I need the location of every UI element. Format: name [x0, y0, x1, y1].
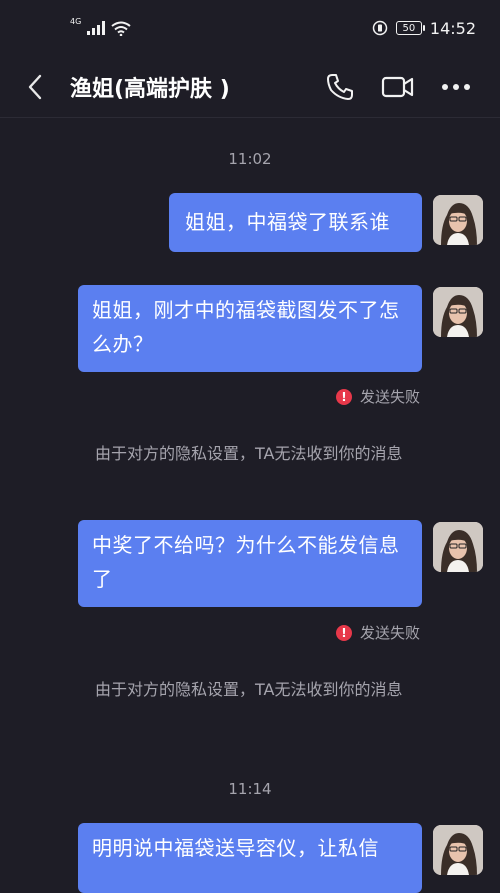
chat-title: 渔姐(高端护肤 ): [70, 76, 230, 102]
message-bubble[interactable]: 姐姐，刚才中的福袋截图发不了怎么办？: [78, 285, 422, 372]
send-failed-status[interactable]: ! 发送失败: [335, 386, 420, 407]
network-type: 4G: [70, 17, 82, 26]
message-bubble[interactable]: 明明说中福袋送导容仪，让私信: [78, 823, 422, 893]
back-button[interactable]: [0, 56, 70, 118]
battery-level: 50: [402, 22, 416, 34]
message-timestamp: 11:02: [228, 150, 272, 168]
vibrate-icon: [372, 20, 388, 36]
header-actions: [322, 69, 500, 105]
privacy-notice: 由于对方的隐私设置，TA无法收到你的消息: [95, 444, 403, 463]
voice-call-button[interactable]: [322, 69, 358, 105]
more-dots-icon: [442, 83, 470, 90]
signal-icon: [87, 21, 106, 35]
battery-indicator: 50: [395, 21, 425, 35]
privacy-notice: 由于对方的隐私设置，TA无法收到你的消息: [95, 680, 403, 699]
wifi-icon: [111, 21, 131, 36]
avatar[interactable]: [433, 195, 483, 245]
user-avatar-icon: [433, 522, 483, 572]
phone-icon: [327, 73, 353, 100]
more-options-button[interactable]: [438, 69, 474, 105]
message-bubble[interactable]: 姐姐，中福袋了联系谁: [169, 193, 422, 252]
send-failed-status[interactable]: ! 发送失败: [335, 622, 420, 643]
user-avatar-icon: [433, 195, 483, 245]
chat-header: 渔姐(高端护肤 ): [0, 56, 500, 118]
status-time: 14:52: [429, 18, 476, 38]
status-right: 50 14:52: [372, 19, 476, 38]
video-camera-icon: [381, 76, 414, 97]
send-failed-label: 发送失败: [359, 388, 420, 406]
user-avatar-icon: [433, 287, 483, 337]
video-call-button[interactable]: [380, 69, 416, 105]
status-bar: 4G 50 14:52: [0, 0, 500, 56]
error-icon: !: [335, 388, 352, 405]
error-icon: !: [335, 624, 352, 641]
avatar[interactable]: [433, 522, 483, 572]
user-avatar-icon: [433, 825, 483, 875]
chevron-left-icon: [28, 74, 42, 99]
avatar[interactable]: [433, 287, 483, 337]
status-left: 4G: [70, 17, 131, 36]
send-failed-label: 发送失败: [359, 624, 420, 642]
message-bubble[interactable]: 中奖了不给吗？为什么不能发信息了: [78, 520, 422, 607]
message-timestamp: 11:14: [228, 780, 272, 798]
avatar[interactable]: [433, 825, 483, 875]
